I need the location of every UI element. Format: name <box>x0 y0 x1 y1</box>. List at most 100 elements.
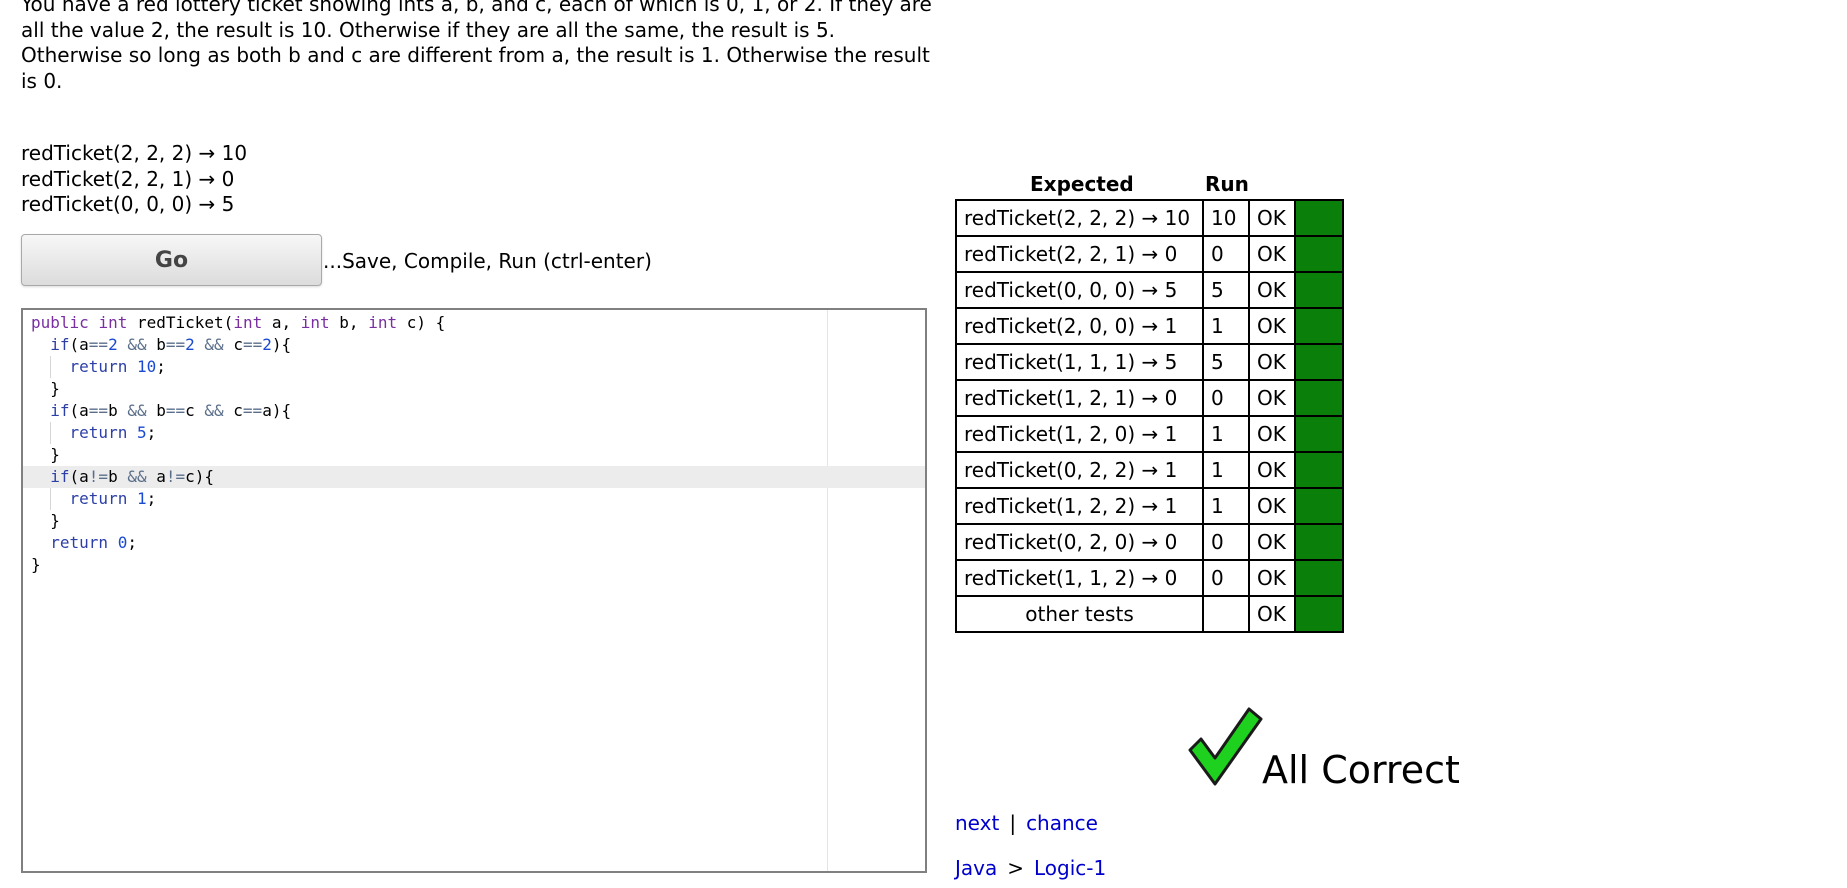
result-row: redTicket(1, 2, 2) → 1 1 OK <box>955 487 1344 525</box>
status-cell: OK <box>1248 343 1296 381</box>
run-cell: 0 <box>1202 235 1250 273</box>
breadcrumb-java[interactable]: Java <box>955 856 997 880</box>
status-cell: OK <box>1248 235 1296 273</box>
breadcrumb-separator: > <box>1007 856 1025 880</box>
pass-indicator <box>1294 523 1344 561</box>
code-line[interactable]: if(a==b && b==c && c==a){ <box>23 400 925 422</box>
code-line-text: } <box>31 511 60 530</box>
status-cell: OK <box>1248 199 1296 237</box>
code-line-text: public int redTicket(int a, int b, int c… <box>31 313 446 332</box>
code-line[interactable]: return 1; <box>23 488 925 510</box>
code-line-text: } <box>31 555 41 574</box>
green-checkmark-icon <box>1188 707 1263 786</box>
result-row: redTicket(2, 0, 0) → 1 1 OK <box>955 307 1344 345</box>
code-line[interactable]: if(a==2 && b==2 && c==2){ <box>23 334 925 356</box>
next-link[interactable]: next <box>955 811 999 835</box>
result-row: redTicket(2, 2, 2) → 10 10 OK <box>955 199 1344 237</box>
code-line-text: } <box>31 445 60 464</box>
run-cell: 1 <box>1202 307 1250 345</box>
code-line[interactable]: return 0; <box>23 532 925 554</box>
run-cell: 1 <box>1202 487 1250 525</box>
nav-separator: | <box>1009 811 1017 835</box>
expected-cell: redTicket(1, 1, 1) → 5 <box>955 343 1204 381</box>
result-row: other tests OK <box>955 595 1344 633</box>
code-line-text: return 1; <box>69 489 157 508</box>
code-line[interactable]: } <box>23 378 925 400</box>
pass-indicator <box>1294 379 1344 417</box>
run-cell: 5 <box>1202 271 1250 309</box>
code-line-text: return 10; <box>69 357 166 376</box>
pass-indicator <box>1294 487 1344 525</box>
status-cell: OK <box>1248 559 1296 597</box>
example-item: redTicket(2, 2, 1) → 0 <box>21 166 235 191</box>
code-line[interactable]: } <box>23 554 925 576</box>
go-hint: ...Save, Compile, Run (ctrl-enter) <box>323 249 652 273</box>
code-line-text: if(a==2 && b==2 && c==2){ <box>50 335 292 354</box>
result-row: redTicket(1, 2, 0) → 1 1 OK <box>955 415 1344 453</box>
breadcrumb-logic-1[interactable]: Logic-1 <box>1034 856 1106 880</box>
expected-cell: redTicket(2, 2, 1) → 0 <box>955 235 1204 273</box>
pass-indicator <box>1294 235 1344 273</box>
result-row: redTicket(2, 2, 1) → 0 0 OK <box>955 235 1344 273</box>
chance-link[interactable]: chance <box>1026 811 1098 835</box>
examples-list: redTicket(2, 2, 2) → 10 redTicket(2, 2, … <box>21 141 247 218</box>
run-cell: 1 <box>1202 415 1250 453</box>
expected-cell: redTicket(0, 0, 0) → 5 <box>955 271 1204 309</box>
header-expected: Expected <box>1030 172 1134 196</box>
code-line[interactable]: } <box>23 510 925 532</box>
result-row: redTicket(1, 1, 2) → 0 0 OK <box>955 559 1344 597</box>
example-item: redTicket(2, 2, 2) → 10 <box>21 141 248 165</box>
code-line-text: if(a==b && b==c && c==a){ <box>50 401 292 420</box>
expected-cell: redTicket(1, 1, 2) → 0 <box>955 559 1204 597</box>
code-line[interactable]: public int redTicket(int a, int b, int c… <box>23 312 925 334</box>
pass-indicator <box>1294 199 1344 237</box>
pass-indicator <box>1294 271 1344 309</box>
status-cell: OK <box>1248 487 1296 525</box>
pass-indicator <box>1294 559 1344 597</box>
run-cell: 0 <box>1202 559 1250 597</box>
code-line[interactable]: } <box>23 444 925 466</box>
result-row: redTicket(0, 2, 0) → 0 0 OK <box>955 523 1344 561</box>
expected-cell: redTicket(0, 2, 2) → 1 <box>955 451 1204 489</box>
run-cell: 5 <box>1202 343 1250 381</box>
status-cell: OK <box>1248 451 1296 489</box>
run-cell: 0 <box>1202 379 1250 417</box>
expected-cell: redTicket(1, 2, 0) → 1 <box>955 415 1204 453</box>
all-correct-text: All Correct <box>1262 748 1460 792</box>
expected-cell: other tests <box>955 595 1204 633</box>
code-lines[interactable]: public int redTicket(int a, int b, int c… <box>23 312 925 576</box>
status-cell: OK <box>1248 271 1296 309</box>
pass-indicator <box>1294 595 1344 633</box>
result-row: redTicket(0, 2, 2) → 1 1 OK <box>955 451 1344 489</box>
run-cell: 10 <box>1202 199 1250 237</box>
result-row: redTicket(0, 0, 0) → 5 5 OK <box>955 271 1344 309</box>
expected-cell: redTicket(2, 2, 2) → 10 <box>955 199 1204 237</box>
pass-indicator <box>1294 343 1344 381</box>
results-header: Expected Run <box>955 172 1344 199</box>
run-cell: 0 <box>1202 523 1250 561</box>
code-line[interactable]: if(a!=b && a!=c){ <box>23 466 925 488</box>
example-item: redTicket(0, 0, 0) → 5 <box>21 192 235 216</box>
code-line-text: if(a!=b && a!=c){ <box>50 467 215 486</box>
expected-cell: redTicket(2, 0, 0) → 1 <box>955 307 1204 345</box>
go-button[interactable]: Go <box>21 234 322 286</box>
code-editor[interactable]: public int redTicket(int a, int b, int c… <box>21 308 927 873</box>
pass-indicator <box>1294 451 1344 489</box>
status-cell: OK <box>1248 307 1296 345</box>
problem-description: You have a red lottery ticket showing in… <box>21 0 932 93</box>
run-cell <box>1202 595 1250 633</box>
result-row: redTicket(1, 2, 1) → 0 0 OK <box>955 379 1344 417</box>
code-line-text: } <box>31 379 60 398</box>
results-panel: Expected Run redTicket(2, 2, 2) → 10 10 OK… <box>955 172 1344 633</box>
expected-cell: redTicket(1, 2, 2) → 1 <box>955 487 1204 525</box>
results-table: redTicket(2, 2, 2) → 10 10 OK redTicket(2, … <box>955 199 1344 633</box>
status-cell: OK <box>1248 523 1296 561</box>
header-run: Run <box>1205 172 1249 196</box>
expected-cell: redTicket(1, 2, 1) → 0 <box>955 379 1204 417</box>
code-line[interactable]: return 5; <box>23 422 925 444</box>
status-cell: OK <box>1248 379 1296 417</box>
breadcrumb: Java > Logic-1 <box>955 856 1106 880</box>
code-line[interactable]: return 10; <box>23 356 925 378</box>
code-line-text: return 0; <box>50 533 137 552</box>
pass-indicator <box>1294 307 1344 345</box>
